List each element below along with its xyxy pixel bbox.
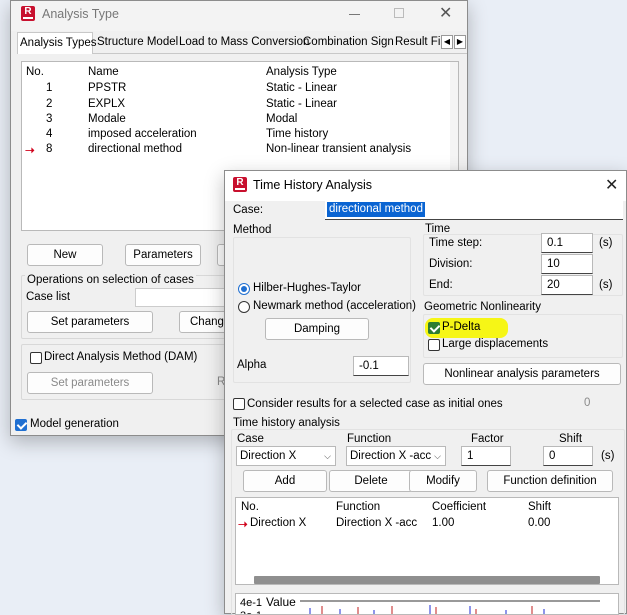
col-header-coefficient[interactable]: Coefficient xyxy=(432,501,486,513)
tab-result-fi[interactable]: Result Fi xyxy=(393,32,442,54)
window-title: Time History Analysis xyxy=(253,178,373,192)
current-row-arrow-icon: ➝ xyxy=(238,519,248,531)
col-factor-label: Factor xyxy=(471,433,504,445)
newmark-radio[interactable] xyxy=(238,301,250,313)
list-item[interactable]: 4 imposed acceleration Time history xyxy=(22,128,458,143)
add-button[interactable]: Add xyxy=(243,470,327,492)
case-name-value: directional method xyxy=(327,202,425,217)
chevron-down-icon: ⌵ xyxy=(324,451,331,461)
table-horizontal-scrollbar[interactable] xyxy=(254,576,600,584)
dam-set-parameters-button[interactable]: Set parameters xyxy=(27,372,153,394)
robot-app-icon: R xyxy=(21,6,35,21)
chart-signal-lines xyxy=(300,600,600,614)
function-select[interactable]: Direction X -acc ⌵ xyxy=(346,446,446,466)
function-definition-button[interactable]: Function definition xyxy=(487,470,613,492)
damping-button[interactable]: Damping xyxy=(265,318,369,340)
time-history-titlebar[interactable]: R Time History Analysis ✕ xyxy=(225,171,626,201)
time-step-unit: (s) xyxy=(599,237,613,249)
model-generation-checkbox[interactable] xyxy=(15,419,27,431)
case-list-label: Case list xyxy=(26,291,71,303)
list-item[interactable]: 2 EXPLX Static - Linear xyxy=(22,98,458,113)
col-header-name[interactable]: Name xyxy=(88,66,119,78)
functions-table[interactable]: No. Function Coefficient Shift ➝ Directi… xyxy=(235,497,619,585)
end-unit: (s) xyxy=(599,279,613,291)
tab-structure-model[interactable]: Structure Model xyxy=(95,32,180,54)
hht-radio[interactable] xyxy=(238,283,250,295)
geo-nonlinearity-label: Geometric Nonlinearity xyxy=(424,301,541,313)
col-header-shift[interactable]: Shift xyxy=(528,501,551,513)
chart-tick-label: 4e-1 xyxy=(240,597,263,609)
new-button[interactable]: New xyxy=(27,244,103,266)
shift-input[interactable]: 0 xyxy=(543,446,593,466)
case-name-input[interactable]: directional method xyxy=(325,201,623,220)
tab-scroll-left-button[interactable]: ◀ xyxy=(441,35,453,49)
time-history-label: Time history analysis xyxy=(233,417,340,429)
method-label: Method xyxy=(233,224,272,236)
tab-scroll-right-button[interactable]: ▶ xyxy=(454,35,466,49)
current-case-arrow-icon: ➝ xyxy=(25,145,35,157)
time-step-label: Time step: xyxy=(429,237,483,249)
col-function-label: Function xyxy=(347,433,392,445)
delete-button[interactable]: Delete xyxy=(329,470,413,492)
col-header-function[interactable]: Function xyxy=(336,501,380,513)
model-generation-label: Model generation xyxy=(30,418,119,430)
large-displacements-checkbox[interactable] xyxy=(428,339,440,351)
alpha-label: Alpha xyxy=(237,359,267,371)
window-title: Analysis Type xyxy=(42,7,119,21)
consider-results-value[interactable]: 0 xyxy=(584,397,590,409)
col-header-type[interactable]: Analysis Type xyxy=(266,66,337,78)
table-row[interactable]: ➝ Direction X Direction X -acc 1.00 0.00 xyxy=(236,517,618,532)
pdelta-label: P-Delta xyxy=(442,321,481,333)
consider-results-label: Consider results for a selected case as … xyxy=(247,398,503,410)
case-label: Case: xyxy=(233,204,264,216)
division-input[interactable]: 10 xyxy=(541,254,593,274)
tab-load-to-mass[interactable]: Load to Mass Conversion xyxy=(177,32,311,54)
tab-combination-sign[interactable]: Combination Sign xyxy=(301,32,396,54)
col-shift-label: Shift xyxy=(559,433,583,445)
analysis-type-titlebar[interactable]: R Analysis Type ✕ xyxy=(11,1,467,31)
list-item[interactable]: 1 PPSTR Static - Linear xyxy=(22,82,458,97)
time-history-window: R Time History Analysis ✕ Case: directio… xyxy=(224,170,627,615)
chart-tick-label: 3e-1 xyxy=(240,610,262,614)
case-select[interactable]: Direction X ⌵ xyxy=(236,446,336,466)
end-label: End: xyxy=(429,279,453,291)
operations-label: Operations on selection of cases xyxy=(25,274,196,286)
list-item[interactable]: 3 Modale Modal xyxy=(22,113,458,128)
function-chart-preview: 4e-1 3e-1 Value xyxy=(235,593,619,615)
modify-button[interactable]: Modify xyxy=(409,470,477,492)
factor-input[interactable]: 1 xyxy=(461,446,511,466)
maximize-icon[interactable] xyxy=(394,8,404,18)
list-item-selected[interactable]: ➝ 8 directional method Non-linear transi… xyxy=(22,143,458,158)
time-step-input[interactable]: 0.1 xyxy=(541,233,593,253)
end-input[interactable]: 20 xyxy=(541,275,593,295)
dam-label: Direct Analysis Method (DAM) xyxy=(44,351,198,363)
pdelta-checkbox[interactable] xyxy=(428,322,440,334)
hht-label: Hilber-Hughes-Taylor xyxy=(253,282,362,294)
close-icon[interactable]: ✕ xyxy=(439,3,452,23)
shift-unit: (s) xyxy=(601,450,615,462)
chart-value-label: Value xyxy=(266,595,296,609)
nonlinear-params-button[interactable]: Nonlinear analysis parameters xyxy=(423,363,621,385)
set-parameters-button[interactable]: Set parameters xyxy=(27,311,153,333)
tab-analysis-types[interactable]: Analysis Types xyxy=(17,32,97,54)
tab-strip: Analysis Types Structure Model Load to M… xyxy=(17,32,467,54)
parameters-button[interactable]: Parameters xyxy=(125,244,201,266)
large-displacements-label: Large displacements xyxy=(442,338,549,350)
dam-checkbox[interactable] xyxy=(30,352,42,364)
col-header-no[interactable]: No. xyxy=(26,66,44,78)
newmark-label: Newmark method (acceleration) xyxy=(253,300,416,312)
col-header-no[interactable]: No. xyxy=(241,501,259,513)
close-icon[interactable]: ✕ xyxy=(605,175,618,195)
minimize-icon[interactable] xyxy=(349,14,360,15)
alpha-input[interactable]: -0.1 xyxy=(353,356,409,376)
division-label: Division: xyxy=(429,258,473,270)
case-list-input[interactable] xyxy=(135,288,235,307)
consider-results-checkbox[interactable] xyxy=(233,398,245,410)
chevron-down-icon: ⌵ xyxy=(434,451,441,461)
robot-app-icon: R xyxy=(233,177,247,192)
col-case-label: Case xyxy=(237,433,264,445)
